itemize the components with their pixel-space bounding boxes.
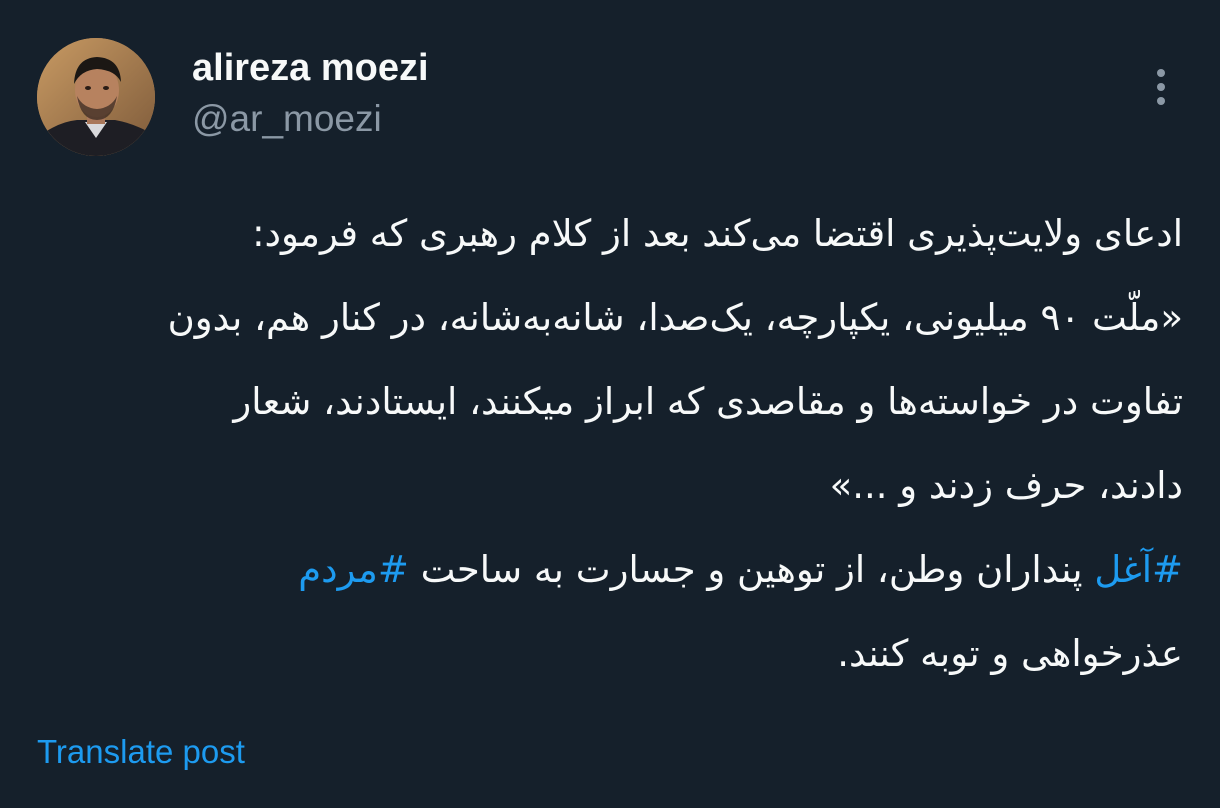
post-line-5-text: پنداران وطن، از توهین و جسارت به ساحت	[408, 548, 1095, 591]
translate-post-link[interactable]: Translate post	[37, 730, 245, 774]
more-vertical-icon-dot-3	[1157, 97, 1165, 105]
author-display-name[interactable]: alireza moezi	[192, 44, 429, 92]
post-line-4: دادند، حرف زدند و ...»	[829, 464, 1183, 507]
author-handle[interactable]: @ar_moezi	[192, 96, 382, 142]
post-line-3: تفاوت در خواسته‌ها و مقاصدی که ابراز میک…	[233, 380, 1183, 423]
avatar[interactable]	[37, 38, 155, 156]
post-line-6: عذرخواهی و توبه کنند.	[837, 632, 1183, 675]
more-options-button[interactable]	[1140, 62, 1182, 112]
profile-photo-icon	[37, 38, 155, 156]
hashtag-link[interactable]: #مردم	[298, 548, 409, 591]
post-line-1: ادعای ولایت‌پذیری اقتضا می‌کند بعد از کل…	[252, 212, 1183, 255]
more-vertical-icon	[1157, 69, 1165, 77]
hashtag-link[interactable]: #آغل	[1094, 548, 1183, 591]
post-line-2: «ملّت ۹۰ میلیونی، یکپارچه، یک‌صدا، شانه‌…	[167, 296, 1183, 339]
tweet-card: alireza moezi @ar_moezi ادعای ولایت‌پذیر…	[0, 0, 1220, 808]
post-line-5: #آغل پنداران وطن، از توهین و جسارت به سا…	[40, 528, 1183, 612]
post-text: ادعای ولایت‌پذیری اقتضا می‌کند بعد از کل…	[40, 192, 1183, 696]
more-vertical-icon-dot-2	[1157, 83, 1165, 91]
